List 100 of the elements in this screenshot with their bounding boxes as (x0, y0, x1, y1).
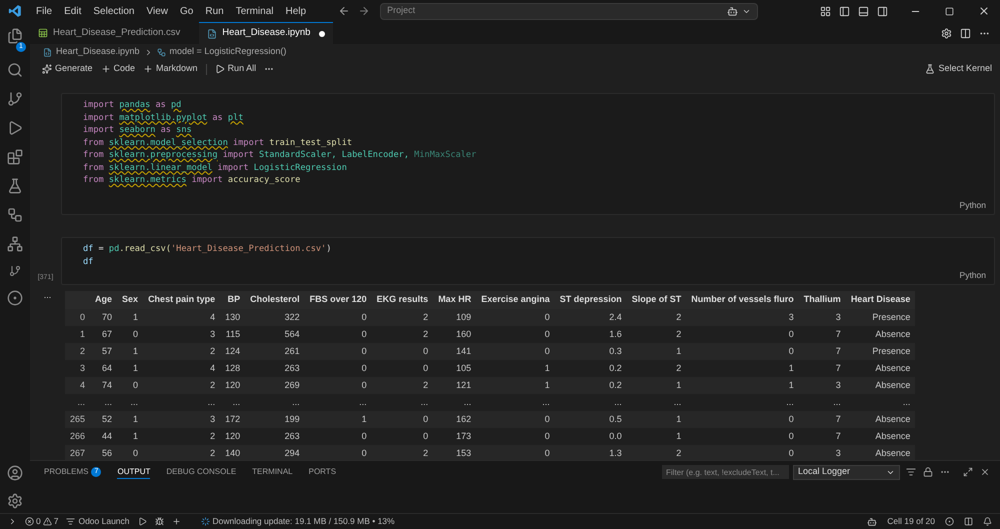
table-cell: ... (554, 394, 627, 411)
table-cell: 2 (626, 360, 686, 377)
code-cell[interactable]: df = pd.read_csv('Heart_Disease_Prediction.csv') df Python (61, 237, 995, 285)
bug-icon[interactable] (154, 517, 164, 526)
panel-tab[interactable]: OUTPUT (117, 466, 150, 478)
play-icon[interactable] (138, 517, 147, 526)
search-icon[interactable] (7, 62, 23, 78)
menu-item[interactable]: Run (199, 4, 230, 18)
command-center[interactable]: Project (380, 2, 758, 20)
table-cell: 7 (798, 428, 846, 445)
table-cell: 2 (372, 309, 434, 326)
menu-item[interactable]: Selection (87, 4, 140, 18)
channel-select[interactable]: Local Logger (793, 464, 900, 480)
settings-icon[interactable] (7, 493, 23, 509)
table-cell: 0 (372, 428, 434, 445)
table-cell: 121 (433, 377, 476, 394)
bell-icon[interactable] (983, 517, 992, 526)
column-header: EKG results (372, 291, 434, 309)
breadcrumb-item[interactable]: Heart_Disease.ipynb (56, 45, 140, 59)
language-label[interactable]: Python (960, 269, 986, 284)
close-icon[interactable] (978, 5, 990, 17)
filter-list-icon[interactable] (906, 467, 916, 477)
table-cell: ... (433, 394, 476, 411)
search-field[interactable]: Project (387, 4, 728, 18)
table-cell: 0 (304, 428, 372, 445)
table-cell: 7 (798, 411, 846, 428)
close-icon[interactable] (980, 467, 990, 477)
table-cell: 0.5 (554, 411, 627, 428)
ring-icon[interactable] (7, 290, 23, 306)
source-control-icon[interactable] (7, 91, 23, 107)
table-cell: Presence (846, 309, 916, 326)
restore-icon[interactable] (945, 6, 954, 16)
column-header: Number of vessels fluro (686, 291, 799, 309)
menu-item[interactable]: Go (174, 4, 200, 18)
flask-icon[interactable] (7, 178, 23, 194)
toolbar-button[interactable]: Run All (210, 62, 260, 76)
table-cell: 1 (626, 411, 686, 428)
maximize-icon[interactable] (963, 467, 973, 477)
cell-position[interactable]: Cell 19 of 20 (887, 515, 935, 528)
table-cell: 0 (476, 326, 555, 343)
table-cell: 0 (686, 343, 799, 360)
row-index: 3 (65, 360, 90, 377)
table-cell: 124 (220, 343, 246, 360)
forward-icon[interactable] (358, 5, 370, 17)
table-cell: 0 (476, 428, 555, 445)
panel-tab[interactable]: PORTS (308, 466, 336, 478)
plus-icon[interactable] (172, 517, 181, 526)
language-label[interactable]: Python (960, 199, 986, 214)
table-cell: 261 (245, 343, 305, 360)
table-cell: 160 (433, 326, 476, 343)
back-icon[interactable] (338, 5, 350, 17)
menu-item[interactable]: View (140, 4, 174, 18)
breadcrumb-item[interactable]: model = LogisticRegression() (170, 45, 286, 59)
toolbar-button[interactable]: Code (96, 62, 140, 76)
error-count[interactable]: 0 (36, 515, 41, 528)
filter-field[interactable]: Filter (e.g. text, !excludeText, t... (662, 465, 789, 479)
table-cell: Absence (846, 411, 916, 428)
launch-config[interactable]: Odoo Launch (78, 515, 130, 528)
table-cell: 0 (304, 360, 372, 377)
code-cell[interactable] (61, 93, 995, 215)
sidebar-toggle-icon[interactable] (839, 6, 850, 16)
table-cell: ... (372, 394, 434, 411)
menu-item[interactable]: Terminal (230, 4, 280, 18)
table-cell: 0 (117, 377, 144, 394)
explorer-icon[interactable] (7, 28, 23, 44)
network-icon[interactable] (7, 236, 23, 252)
table-cell: 1.6 (554, 326, 627, 343)
toolbar-button[interactable]: Markdown (139, 62, 202, 76)
lock-icon[interactable] (923, 467, 933, 477)
account-icon[interactable] (7, 465, 23, 481)
settings-icon[interactable] (941, 28, 952, 38)
menu-item[interactable]: Edit (58, 4, 88, 18)
table-cell: 115 (220, 326, 246, 343)
toolbar-button[interactable]: Generate (38, 62, 97, 76)
table-cell: 0 (476, 343, 555, 360)
table-cell: 3 (143, 411, 220, 428)
menu-item[interactable]: Help (280, 4, 312, 18)
secondary-sidebar-icon[interactable] (877, 6, 888, 16)
table-cell: 7 (798, 343, 846, 360)
kernel-button[interactable]: Select Kernel (925, 62, 992, 76)
panel-tab[interactable]: TERMINAL (252, 466, 293, 478)
split-editor-icon[interactable] (960, 28, 971, 38)
output-menu[interactable]: ... (44, 291, 52, 460)
panel-tab[interactable]: DEBUG CONSOLE (166, 466, 236, 478)
table-cell: 0 (686, 411, 799, 428)
column-header: BP (220, 291, 246, 309)
table-cell: 1 (117, 309, 144, 326)
editor-tab[interactable]: Heart_Disease.ipynb (199, 22, 334, 44)
run-debug-icon[interactable] (7, 120, 23, 136)
panel-toggle-icon[interactable] (858, 6, 869, 16)
menu-item[interactable]: File (30, 4, 58, 18)
row-index: 2 (65, 343, 90, 360)
row-index: 1 (65, 326, 90, 343)
table-cell: 0 (686, 445, 799, 460)
row-index: 0 (65, 309, 90, 326)
table-cell: 7 (798, 360, 846, 377)
table-cell: 74 (90, 377, 118, 394)
warning-count[interactable]: 7 (54, 515, 58, 528)
extensions-icon[interactable] (7, 149, 23, 165)
editor-tab[interactable]: Heart_Disease_Prediction.csv (30, 22, 200, 44)
